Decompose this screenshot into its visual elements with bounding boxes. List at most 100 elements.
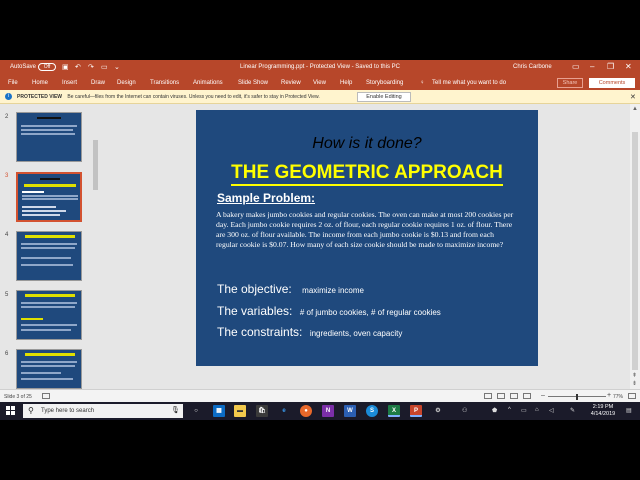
excel-icon[interactable]: X (388, 405, 400, 417)
slide-title: THE GEOMETRIC APPROACH (231, 162, 503, 186)
powerpoint-window: AutoSave Off ▣ ↶ ↷ ▭ ⌄ Linear Programmin… (0, 60, 640, 420)
spellcheck-icon[interactable] (42, 393, 50, 399)
battery-icon[interactable]: ▭ (521, 407, 527, 414)
thumbnail-number: 2 (5, 114, 9, 120)
tab-file[interactable]: File (8, 80, 18, 86)
windows-start-icon[interactable] (6, 406, 16, 416)
tab-view[interactable]: View (313, 80, 326, 86)
cortana-icon[interactable]: ○ (190, 405, 202, 417)
tell-me-search[interactable]: Tell me what you want to do (432, 80, 506, 86)
status-bar: Slide 3 of 25 – + 77% (0, 389, 640, 402)
thumbnail-scroll-handle[interactable] (93, 140, 98, 190)
people-icon[interactable]: ⚇ (462, 407, 467, 414)
taskbar-clock[interactable]: 2:19 PM 4/14/2019 (583, 404, 623, 418)
slide-heading: How is it done? (312, 135, 422, 152)
tab-help[interactable]: Help (340, 80, 352, 86)
tab-review[interactable]: Review (281, 80, 301, 86)
minimize-icon[interactable]: – (590, 62, 594, 71)
search-icon: ⚲ (28, 406, 34, 415)
edge-icon[interactable]: e (278, 405, 290, 417)
normal-view-icon[interactable] (484, 393, 492, 399)
comments-button[interactable]: Comments (589, 78, 635, 88)
close-message-icon[interactable]: ✕ (630, 93, 636, 101)
tab-transitions[interactable]: Transitions (150, 80, 179, 86)
store-icon[interactable]: 🛍 (256, 405, 268, 417)
volume-icon[interactable]: ◁ (549, 407, 554, 414)
task-view-icon[interactable]: ▦ (213, 405, 225, 417)
thumbnail-number: 6 (5, 351, 9, 357)
windows-taskbar: ⚲ Type here to search 🎙 ○ ▦ ▬ 🛍 e ● N W … (0, 402, 640, 420)
slide-thumbnail-pane: 2 3 4 5 6 (0, 104, 100, 389)
slide-thumbnail-3[interactable] (16, 172, 82, 222)
slide-thumbnail-6[interactable] (16, 349, 82, 389)
previous-slide-icon[interactable]: ⇞ (632, 372, 637, 379)
sample-problem-label: Sample Problem: (217, 191, 316, 205)
close-icon[interactable]: ✕ (625, 62, 632, 71)
variables-value: # of jumbo cookies, # of regular cookies (299, 308, 441, 317)
tab-design[interactable]: Design (117, 80, 136, 86)
firefox-icon[interactable]: ● (300, 405, 312, 417)
thumbnail-scrollbar[interactable] (92, 136, 98, 386)
protected-view-message: Be careful—files from the Internet can c… (67, 94, 320, 100)
current-slide[interactable]: How is it done? THE GEOMETRIC APPROACH S… (196, 110, 538, 366)
file-explorer-icon[interactable]: ▬ (234, 405, 246, 417)
onenote-icon[interactable]: N (322, 405, 334, 417)
slide-thumbnail-2[interactable] (16, 112, 82, 162)
slide-thumbnail-5[interactable] (16, 290, 82, 340)
action-center-icon[interactable]: ▤ (626, 407, 632, 414)
thumbnail-number: 3 (5, 173, 9, 179)
title-bar: AutoSave Off ▣ ↶ ↷ ▭ ⌄ Linear Programmin… (0, 60, 640, 76)
zoom-out-icon[interactable]: – (541, 392, 545, 399)
reading-view-icon[interactable] (510, 393, 518, 399)
zoom-slider-knob[interactable] (576, 394, 578, 400)
show-hidden-icons[interactable]: ^ (508, 407, 511, 413)
protected-view-label: PROTECTED VIEW (17, 94, 63, 100)
restore-icon[interactable]: ❐ (607, 62, 614, 71)
lightbulb-icon: ♀ (420, 80, 425, 86)
tab-home[interactable]: Home (32, 80, 48, 86)
user-name[interactable]: Chris Carbone (513, 64, 552, 70)
protected-view-bar: i PROTECTED VIEW Be careful—files from t… (0, 90, 640, 104)
constraints-value: ingredients, oven capacity (309, 329, 403, 338)
thumbnail-number: 4 (5, 232, 9, 238)
share-button[interactable]: Share (557, 78, 583, 88)
tab-slide-show[interactable]: Slide Show (238, 80, 268, 86)
constraints-label: The constraints: (217, 325, 303, 339)
slide-scrollbar[interactable]: ▲ ⇞ ⇟ (630, 104, 640, 389)
pen-icon[interactable]: ✎ (570, 407, 575, 414)
search-placeholder: Type here to search (41, 408, 95, 414)
ribbon-tabs: File Home Insert Draw Design Transitions… (0, 76, 640, 90)
objective-label: The objective: (217, 282, 292, 296)
objective-value: maximize income (302, 286, 364, 295)
microphone-icon[interactable]: 🎙 (171, 406, 180, 414)
skype-icon[interactable]: S (366, 405, 378, 417)
clock-date: 4/14/2019 (590, 411, 616, 417)
word-icon[interactable]: W (344, 405, 356, 417)
clock-time: 2:19 PM (592, 404, 614, 410)
taskbar-search-box[interactable]: ⚲ Type here to search 🎙 (23, 404, 183, 418)
zoom-in-icon[interactable]: + (607, 392, 611, 399)
tab-storyboarding[interactable]: Storyboarding (366, 80, 403, 86)
fit-to-window-icon[interactable] (628, 393, 636, 399)
next-slide-icon[interactable]: ⇟ (632, 380, 637, 387)
tab-animations[interactable]: Animations (193, 80, 223, 86)
zoom-percent[interactable]: 77% (613, 394, 623, 400)
ribbon-options-icon[interactable]: ▭ (572, 62, 580, 71)
thumbnail-number: 5 (5, 292, 9, 298)
slide-show-icon[interactable] (523, 393, 531, 399)
slide-counter: Slide 3 of 25 (4, 394, 32, 400)
scroll-up-icon[interactable]: ▲ (632, 106, 638, 112)
slide-sorter-icon[interactable] (497, 393, 505, 399)
variables-label: The variables: (217, 304, 293, 318)
tab-insert[interactable]: Insert (62, 80, 77, 86)
slide-thumbnail-4[interactable] (16, 231, 82, 281)
problem-text: A bakery makes jumbo cookies and regular… (216, 210, 514, 249)
slide-editor: How is it done? THE GEOMETRIC APPROACH S… (100, 104, 630, 389)
network-icon[interactable]: ⌂ (535, 407, 539, 413)
powerpoint-icon[interactable]: P (410, 405, 422, 417)
tray-app-icon[interactable]: ⬟ (492, 407, 497, 414)
slide-scroll-handle[interactable] (632, 132, 638, 370)
tab-draw[interactable]: Draw (91, 80, 105, 86)
settings-icon[interactable]: ⚙ (432, 405, 444, 417)
enable-editing-button[interactable]: Enable Editing (357, 92, 411, 102)
